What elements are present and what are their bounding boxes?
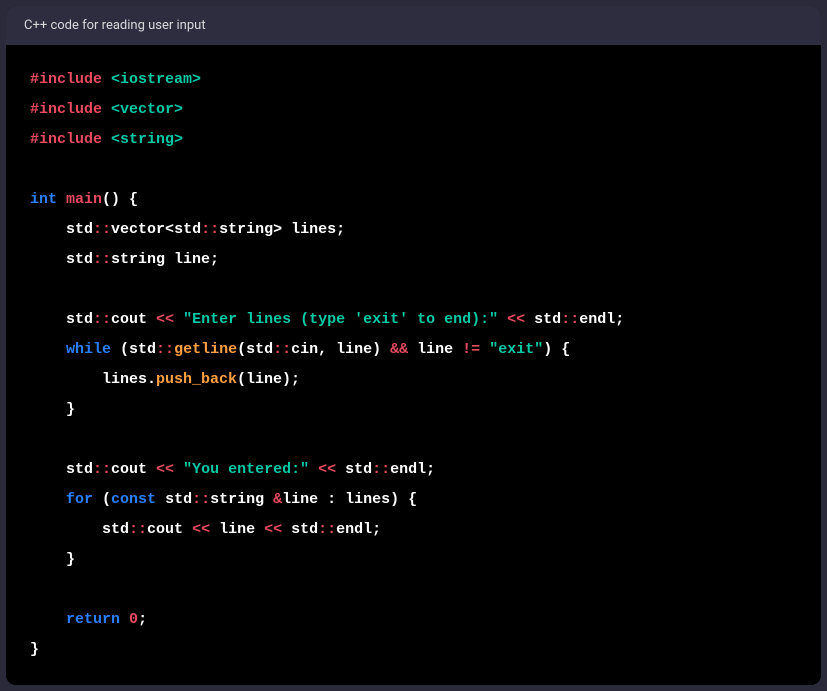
code-token: (std bbox=[111, 341, 156, 358]
code-token: << bbox=[264, 521, 282, 538]
code-token: :: bbox=[93, 251, 111, 268]
code-token bbox=[309, 461, 318, 478]
code-token: "You entered:" bbox=[183, 461, 309, 478]
code-token: (line); bbox=[237, 371, 300, 388]
code-block-header: C++ code for reading user input bbox=[6, 6, 821, 45]
code-token: :: bbox=[273, 341, 291, 358]
code-token: << bbox=[156, 461, 174, 478]
code-token: } bbox=[30, 401, 75, 418]
code-token: && bbox=[390, 341, 408, 358]
code-token: :: bbox=[129, 521, 147, 538]
code-token: lines. bbox=[30, 371, 156, 388]
code-token: << bbox=[507, 311, 525, 328]
code-token: << bbox=[318, 461, 336, 478]
code-token bbox=[498, 311, 507, 328]
code-token: string bbox=[210, 491, 273, 508]
code-token bbox=[30, 341, 66, 358]
code-token: :: bbox=[201, 221, 219, 238]
code-token: std bbox=[336, 461, 372, 478]
code-token bbox=[102, 131, 111, 148]
code-token: return bbox=[66, 611, 120, 628]
code-token: ; bbox=[138, 611, 147, 628]
code-token: endl; bbox=[579, 311, 624, 328]
code-token: << bbox=[192, 521, 210, 538]
code-token: line : lines) { bbox=[282, 491, 417, 508]
code-token bbox=[174, 311, 183, 328]
code-token: std bbox=[30, 521, 129, 538]
code-token: std bbox=[174, 221, 201, 238]
code-token: < bbox=[165, 221, 174, 238]
code-token: cout bbox=[147, 521, 192, 538]
code-token bbox=[480, 341, 489, 358]
code-token: std bbox=[282, 521, 318, 538]
code-token: std bbox=[30, 311, 93, 328]
code-token bbox=[120, 611, 129, 628]
code-token: std bbox=[30, 251, 93, 268]
code-token: endl; bbox=[336, 521, 381, 538]
code-token: <iostream> bbox=[111, 71, 201, 88]
code-token: #include bbox=[30, 131, 102, 148]
code-token: #include bbox=[30, 101, 102, 118]
code-token: "Enter lines (type 'exit' to end):" bbox=[183, 311, 498, 328]
code-block-container: C++ code for reading user input #include… bbox=[6, 6, 821, 685]
code-token: > lines; bbox=[273, 221, 345, 238]
code-token bbox=[30, 491, 66, 508]
code-token: & bbox=[273, 491, 282, 508]
code-token: push_back bbox=[156, 371, 237, 388]
code-token: line bbox=[408, 341, 462, 358]
code-token: std bbox=[525, 311, 561, 328]
code-token: getline bbox=[174, 341, 237, 358]
code-token: :: bbox=[93, 461, 111, 478]
code-token: std bbox=[30, 221, 93, 238]
code-token: std bbox=[30, 461, 93, 478]
code-token: :: bbox=[156, 341, 174, 358]
code-token: ( bbox=[93, 491, 111, 508]
code-token: cout bbox=[111, 461, 156, 478]
code-token: :: bbox=[93, 311, 111, 328]
code-token: #include bbox=[30, 71, 102, 88]
code-token: != bbox=[462, 341, 480, 358]
code-token bbox=[57, 191, 66, 208]
code-token: << bbox=[156, 311, 174, 328]
code-token: () { bbox=[102, 191, 138, 208]
code-token: endl; bbox=[390, 461, 435, 478]
code-token: <vector> bbox=[111, 101, 183, 118]
code-token bbox=[174, 461, 183, 478]
code-token bbox=[102, 101, 111, 118]
code-token: <string> bbox=[111, 131, 183, 148]
code-token: vector bbox=[111, 221, 165, 238]
code-token: :: bbox=[318, 521, 336, 538]
code-token: } bbox=[30, 551, 75, 568]
code-token: 0 bbox=[129, 611, 138, 628]
code-token: string bbox=[219, 221, 273, 238]
code-token: cout bbox=[111, 311, 156, 328]
code-token: line bbox=[210, 521, 264, 538]
code-token: } bbox=[30, 641, 39, 658]
code-token: :: bbox=[192, 491, 210, 508]
code-token: "exit" bbox=[489, 341, 543, 358]
code-token: cin, line) bbox=[291, 341, 390, 358]
code-token: for bbox=[66, 491, 93, 508]
code-token bbox=[30, 611, 66, 628]
code-token: string line; bbox=[111, 251, 219, 268]
code-block-title: C++ code for reading user input bbox=[24, 18, 206, 33]
code-token: ) { bbox=[543, 341, 570, 358]
code-token: main bbox=[66, 191, 102, 208]
code-token: while bbox=[66, 341, 111, 358]
code-token: :: bbox=[93, 221, 111, 238]
code-token: int bbox=[30, 191, 57, 208]
code-token: :: bbox=[372, 461, 390, 478]
code-token: std bbox=[156, 491, 192, 508]
code-token: :: bbox=[561, 311, 579, 328]
code-token bbox=[102, 71, 111, 88]
code-token: (std bbox=[237, 341, 273, 358]
code-area[interactable]: #include <iostream> #include <vector> #i… bbox=[6, 45, 821, 685]
code-token: const bbox=[111, 491, 156, 508]
